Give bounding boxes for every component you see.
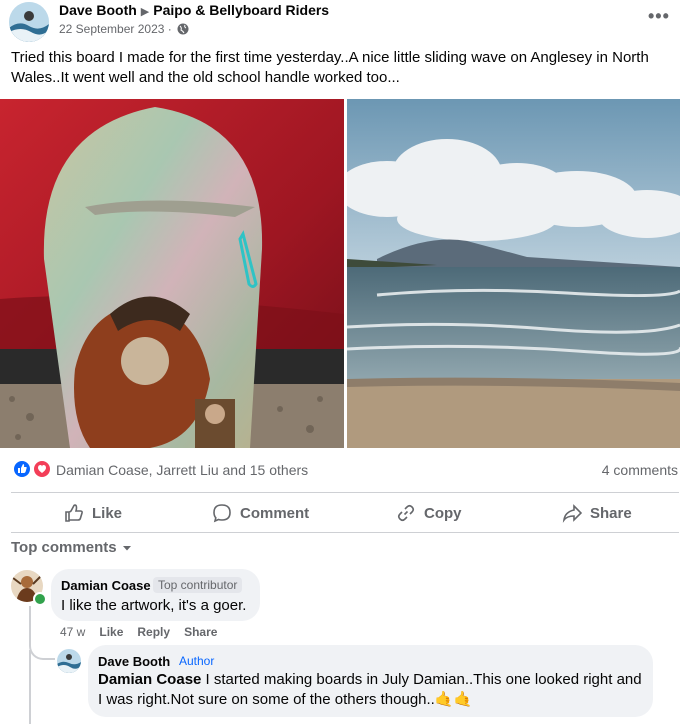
share-button[interactable]: Share (562, 496, 632, 530)
share-label: Share (590, 504, 632, 522)
comment-share-button[interactable]: Share (184, 625, 217, 639)
author-avatar[interactable] (9, 2, 49, 42)
reaction-names[interactable]: Damian Coase, Jarrett Liu and 15 others (56, 462, 308, 478)
top-contributor-badge: Top contributor (153, 577, 243, 593)
reply-avatar[interactable] (57, 649, 81, 673)
comment-icon (213, 504, 231, 523)
post-header: Dave Booth ▶ Paipo & Bellyboard Riders 22 … (0, 0, 680, 44)
comment-time[interactable]: 47 w (60, 625, 85, 639)
divider (11, 492, 679, 493)
comment-like-button[interactable]: Like (99, 625, 123, 639)
comment-meta: 47 w Like Reply Share (60, 625, 217, 639)
share-icon (562, 504, 582, 523)
post-date-text[interactable]: 22 September 2023 · (59, 22, 172, 36)
comment-reply-button[interactable]: Reply (137, 625, 170, 639)
thumbs-up-icon (65, 504, 83, 522)
commenter-name[interactable]: Damian Coase (61, 578, 151, 593)
author-badge: Author (179, 654, 215, 668)
comments-filter-label: Top comments (11, 539, 117, 556)
reply-author-name[interactable]: Dave Booth (98, 654, 170, 669)
beach-photo[interactable] (347, 99, 680, 448)
divider (11, 532, 679, 533)
comment-text: I like the artwork, it's a goer. (61, 597, 247, 614)
more-options-button[interactable]: ••• (648, 6, 670, 27)
comments-filter[interactable]: Top comments (11, 539, 133, 556)
online-status-indicator (33, 592, 47, 606)
mention-link[interactable]: Damian Coase (98, 671, 201, 688)
like-label: Like (92, 504, 123, 522)
comment-button[interactable]: Comment (212, 496, 309, 530)
copy-label: Copy (424, 504, 462, 522)
like-button[interactable]: Like (64, 496, 122, 530)
caret-down-icon (122, 545, 131, 550)
comments-count[interactable]: 4 comments (602, 462, 678, 478)
copy-button[interactable]: Copy (396, 496, 462, 530)
reply-bubble: Dave Booth Author Damian Coase I started… (88, 645, 653, 717)
globe-icon (177, 23, 189, 35)
thread-line (29, 650, 31, 724)
reactions-row: Damian Coase, Jarrett Liu and 15 others … (0, 456, 680, 484)
post-card: Dave Booth ▶ Paipo & Bellyboard Riders 22 … (0, 0, 680, 724)
post-date: 22 September 2023 · (59, 22, 189, 36)
comment-label: Comment (240, 504, 310, 522)
post-actions: Like Comment Copy Share (0, 496, 680, 532)
group-name[interactable]: Paipo & Bellyboard Riders (153, 2, 329, 18)
post-text: Tried this board I made for the first ti… (11, 49, 649, 86)
author-name[interactable]: Dave Booth (59, 2, 137, 18)
link-icon (397, 504, 415, 522)
reply-text: Damian Coase I started making boards in … (98, 670, 643, 710)
reaction-icons[interactable] (12, 459, 52, 479)
thread-connector (29, 606, 55, 660)
board-photo[interactable] (0, 99, 344, 448)
comment-bubble: Damian Coase Top contributor I like the … (51, 569, 260, 621)
author-line: Dave Booth ▶ Paipo & Bellyboard Riders (59, 2, 329, 18)
caret-right-icon: ▶ (140, 6, 150, 18)
